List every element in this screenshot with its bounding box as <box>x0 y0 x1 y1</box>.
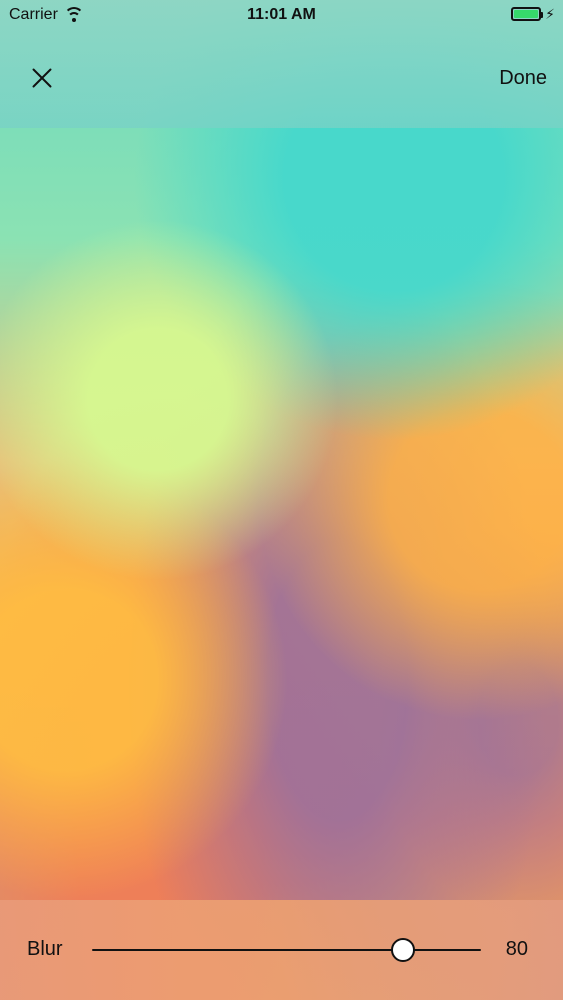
status-time: 11:01 AM <box>247 6 316 23</box>
blur-label: Blur <box>27 938 63 960</box>
blurred-image <box>0 0 563 1000</box>
close-button[interactable] <box>28 64 56 92</box>
done-button[interactable]: Done <box>499 64 547 92</box>
status-bar: Carrier 11:01 AM ⚡ <box>0 0 563 32</box>
battery-status: ⚡ <box>511 7 555 21</box>
blur-slider-thumb[interactable] <box>391 938 416 962</box>
blur-value: 80 <box>505 938 528 960</box>
battery-icon <box>511 7 544 21</box>
battery-fill <box>514 10 539 18</box>
blur-slider[interactable] <box>92 938 481 962</box>
charging-bolt-icon: ⚡ <box>545 6 555 22</box>
close-icon <box>28 64 56 92</box>
